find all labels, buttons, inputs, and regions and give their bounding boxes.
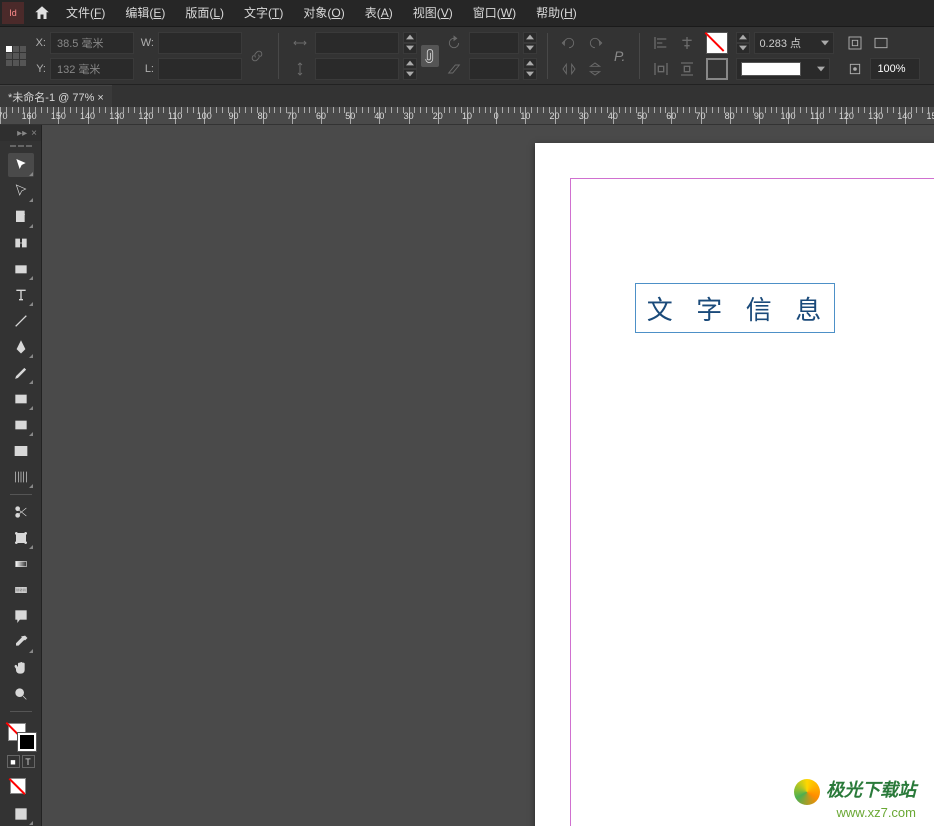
link-wh-icon[interactable] <box>246 45 268 67</box>
x-label: X: <box>30 37 46 49</box>
zoom-tool[interactable] <box>8 682 34 706</box>
document-tab-label: *未命名-1 @ 77% × <box>8 89 104 105</box>
text-char: 文 <box>647 290 675 327</box>
control-bar: X: 38.5 毫米 Y: 132 毫米 W: L: <box>0 27 934 85</box>
rectangle-tool[interactable] <box>8 413 34 437</box>
default-fill-stroke[interactable] <box>6 776 36 800</box>
hand-tool[interactable] <box>8 656 34 680</box>
view-mode-tool[interactable] <box>8 802 34 826</box>
gradient-feather-tool[interactable] <box>8 578 34 602</box>
h-label: L: <box>138 63 154 75</box>
line-tool[interactable] <box>8 309 34 333</box>
direct-selection-tool[interactable] <box>8 179 34 203</box>
flip-v-icon[interactable] <box>584 58 606 80</box>
attach-icon[interactable] <box>421 45 439 67</box>
rotate-stepper[interactable] <box>523 32 537 54</box>
menu-v[interactable]: 视图(V) <box>403 0 463 27</box>
scissors-tool[interactable] <box>8 500 34 524</box>
apply-text-icon[interactable]: T <box>22 755 35 768</box>
canvas-area[interactable]: 文 字 信 息 <box>42 125 934 826</box>
close-panel-icon[interactable]: × <box>31 128 37 139</box>
text-char: 字 <box>696 290 724 327</box>
note-tool[interactable] <box>8 604 34 628</box>
scale-y-stepper[interactable] <box>403 58 417 80</box>
rotate-cw-icon[interactable] <box>584 32 606 54</box>
text-char: 信 <box>746 290 774 327</box>
rotate-ccw-icon[interactable] <box>558 32 580 54</box>
w-label: W: <box>138 37 154 49</box>
distribute-h-icon[interactable] <box>650 58 672 80</box>
text-char: 息 <box>795 290 823 327</box>
eyedropper-tool[interactable] <box>8 630 34 654</box>
scale-y-field[interactable] <box>315 58 399 80</box>
workspace: ▸▸ × <box>0 125 934 826</box>
apply-color-icon[interactable]: ■ <box>7 755 20 768</box>
document-tab-bar: *未命名-1 @ 77% × <box>0 85 934 107</box>
page[interactable]: 文 字 信 息 <box>535 143 934 826</box>
home-icon[interactable] <box>28 0 56 27</box>
gradient-swatch-tool[interactable] <box>8 552 34 576</box>
y-label: Y: <box>30 63 46 75</box>
grid-tool[interactable] <box>8 465 34 489</box>
document-tab[interactable]: *未命名-1 @ 77% × <box>0 85 112 107</box>
gap-tool[interactable] <box>8 231 34 255</box>
fit-frame-icon[interactable] <box>844 32 866 54</box>
h-field[interactable] <box>158 58 242 80</box>
type-tool[interactable] <box>8 283 34 307</box>
page-tool[interactable] <box>8 205 34 229</box>
app-icon: Id <box>2 2 24 24</box>
scale-y-icon[interactable] <box>289 58 311 80</box>
fill-stroke-swatches[interactable] <box>6 721 36 751</box>
menu-e[interactable]: 编辑(E) <box>115 0 175 27</box>
align-center-icon[interactable] <box>676 32 698 54</box>
toolbox-panel: ▸▸ × <box>0 125 42 826</box>
rotate-field[interactable] <box>469 32 519 54</box>
stroke-style-field[interactable] <box>736 58 830 80</box>
shear-field[interactable] <box>469 58 519 80</box>
text-frame[interactable]: 文 字 信 息 <box>635 283 835 333</box>
zoom-field[interactable]: 100% <box>870 58 920 80</box>
scale-x-stepper[interactable] <box>403 32 417 54</box>
reference-point-grid[interactable] <box>6 46 26 66</box>
y-field[interactable]: 132 毫米 <box>50 58 134 80</box>
rectangle-frame-tool[interactable] <box>8 387 34 411</box>
stroke-swatch[interactable] <box>706 58 728 80</box>
menubar: Id 文件(F)编辑(E)版面(L)文字(T)对象(O)表(A)视图(V)窗口(… <box>0 0 934 27</box>
menu-a[interactable]: 表(A) <box>355 0 403 27</box>
horizontal-ruler[interactable]: 1701601501401301201101009080706050403020… <box>0 107 934 125</box>
expand-panel-icon[interactable]: ▸▸ <box>17 128 27 139</box>
screen-mode-icon[interactable] <box>870 32 892 54</box>
menu-l[interactable]: 版面(L) <box>175 0 234 27</box>
menu-o[interactable]: 对象(O) <box>293 0 354 27</box>
shear-stepper[interactable] <box>523 58 537 80</box>
stroke-weight-stepper[interactable] <box>736 32 750 54</box>
scale-x-field[interactable] <box>315 32 399 54</box>
fill-swatch[interactable] <box>706 32 728 54</box>
x-field[interactable]: 38.5 毫米 <box>50 32 134 54</box>
scale-x-icon[interactable] <box>289 32 311 54</box>
menu-t[interactable]: 文字(T) <box>234 0 293 27</box>
w-field[interactable] <box>158 32 242 54</box>
flip-h-icon[interactable] <box>558 58 580 80</box>
selection-tool[interactable] <box>8 153 34 177</box>
margin-guide <box>570 178 934 826</box>
distribute-v-icon[interactable] <box>676 58 698 80</box>
menu-w[interactable]: 窗口(W) <box>463 0 526 27</box>
content-collector-tool[interactable] <box>8 257 34 281</box>
menu-f[interactable]: 文件(F) <box>56 0 115 27</box>
fit-content-icon[interactable] <box>844 58 866 80</box>
toolbox: ■ T <box>0 141 41 826</box>
pencil-tool[interactable] <box>8 361 34 385</box>
stroke-weight-field[interactable]: 0.283 点 <box>754 32 834 54</box>
rotate-icon[interactable] <box>443 32 465 54</box>
table-tool[interactable] <box>8 439 34 463</box>
menu-h[interactable]: 帮助(H) <box>526 0 587 27</box>
free-transform-tool[interactable] <box>8 526 34 550</box>
shear-icon[interactable] <box>443 58 465 80</box>
align-left-icon[interactable] <box>650 32 672 54</box>
paragraph-style-icon[interactable]: P. <box>614 48 625 64</box>
pen-tool[interactable] <box>8 335 34 359</box>
